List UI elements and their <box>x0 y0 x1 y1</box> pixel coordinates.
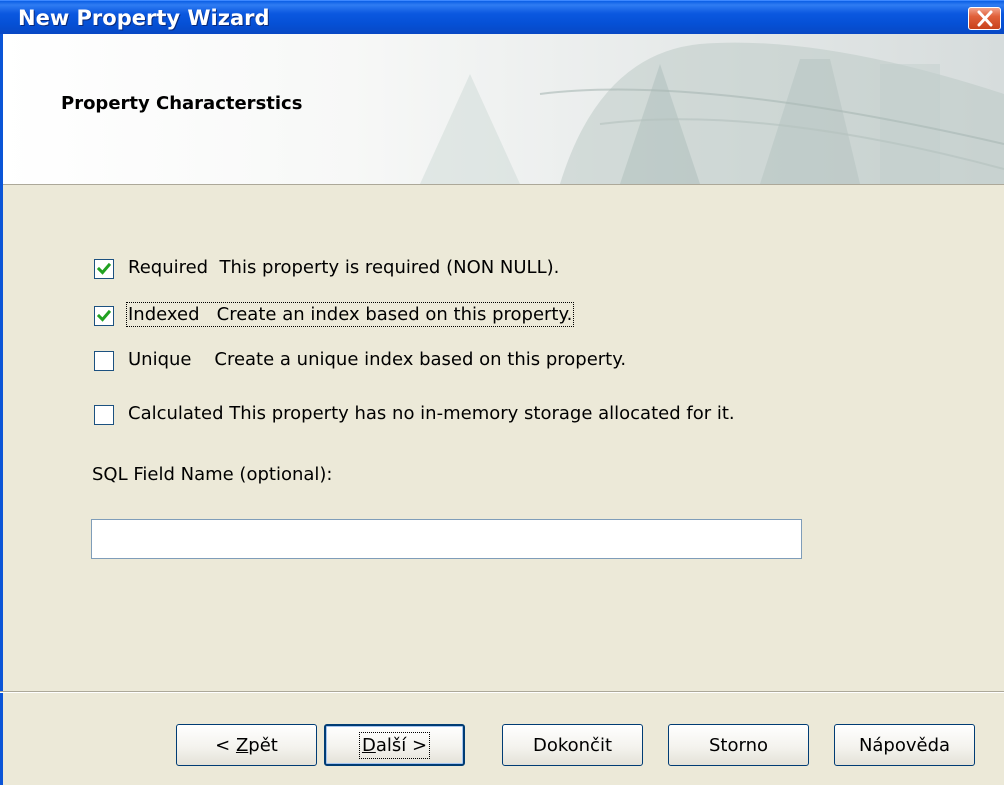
indexed-checkbox[interactable] <box>94 306 114 326</box>
next-button[interactable]: Další > <box>324 724 465 766</box>
button-separator <box>0 691 1004 693</box>
close-icon <box>977 10 993 27</box>
required-checkbox[interactable] <box>94 259 114 279</box>
checkmark-icon <box>97 309 111 322</box>
cancel-button[interactable]: Storno <box>668 724 809 766</box>
unique-label: Unique Create a unique index based on th… <box>128 349 627 370</box>
close-button[interactable] <box>968 7 1001 30</box>
sql-field-label: SQL Field Name (optional): <box>92 464 333 485</box>
required-label: Required This property is required (NON … <box>128 257 560 278</box>
wizard-content: Required This property is required (NON … <box>0 185 1004 690</box>
cancel-label: Storno <box>708 734 768 756</box>
back-button[interactable]: < Zpět <box>176 724 317 766</box>
finish-label: Dokončit <box>532 734 613 756</box>
window-title: New Property Wizard <box>18 6 270 30</box>
back-mnemonic: Z <box>235 734 249 756</box>
finish-button[interactable]: Dokončit <box>502 724 643 766</box>
sql-field-input[interactable] <box>91 519 802 559</box>
checkmark-icon <box>97 262 111 275</box>
next-mnemonic: D <box>361 734 376 756</box>
help-label: Nápověda <box>858 734 951 756</box>
unique-checkbox[interactable] <box>94 351 114 371</box>
back-prefix: < <box>215 734 236 756</box>
calculated-checkbox[interactable] <box>94 405 114 425</box>
title-bar[interactable]: New Property Wizard <box>0 0 1004 34</box>
back-rest: pět <box>248 734 278 756</box>
next-rest: alší > <box>375 734 428 756</box>
wizard-header: Property Characterstics <box>0 34 1004 185</box>
indexed-label: Indexed Create an index based on this pr… <box>125 302 575 327</box>
page-title: Property Characterstics <box>61 93 303 114</box>
wizard-window: New Property Wizard Property Characterst… <box>0 0 1004 785</box>
help-button[interactable]: Nápověda <box>834 724 975 766</box>
calculated-label: Calculated This property has no in-memor… <box>128 403 735 424</box>
